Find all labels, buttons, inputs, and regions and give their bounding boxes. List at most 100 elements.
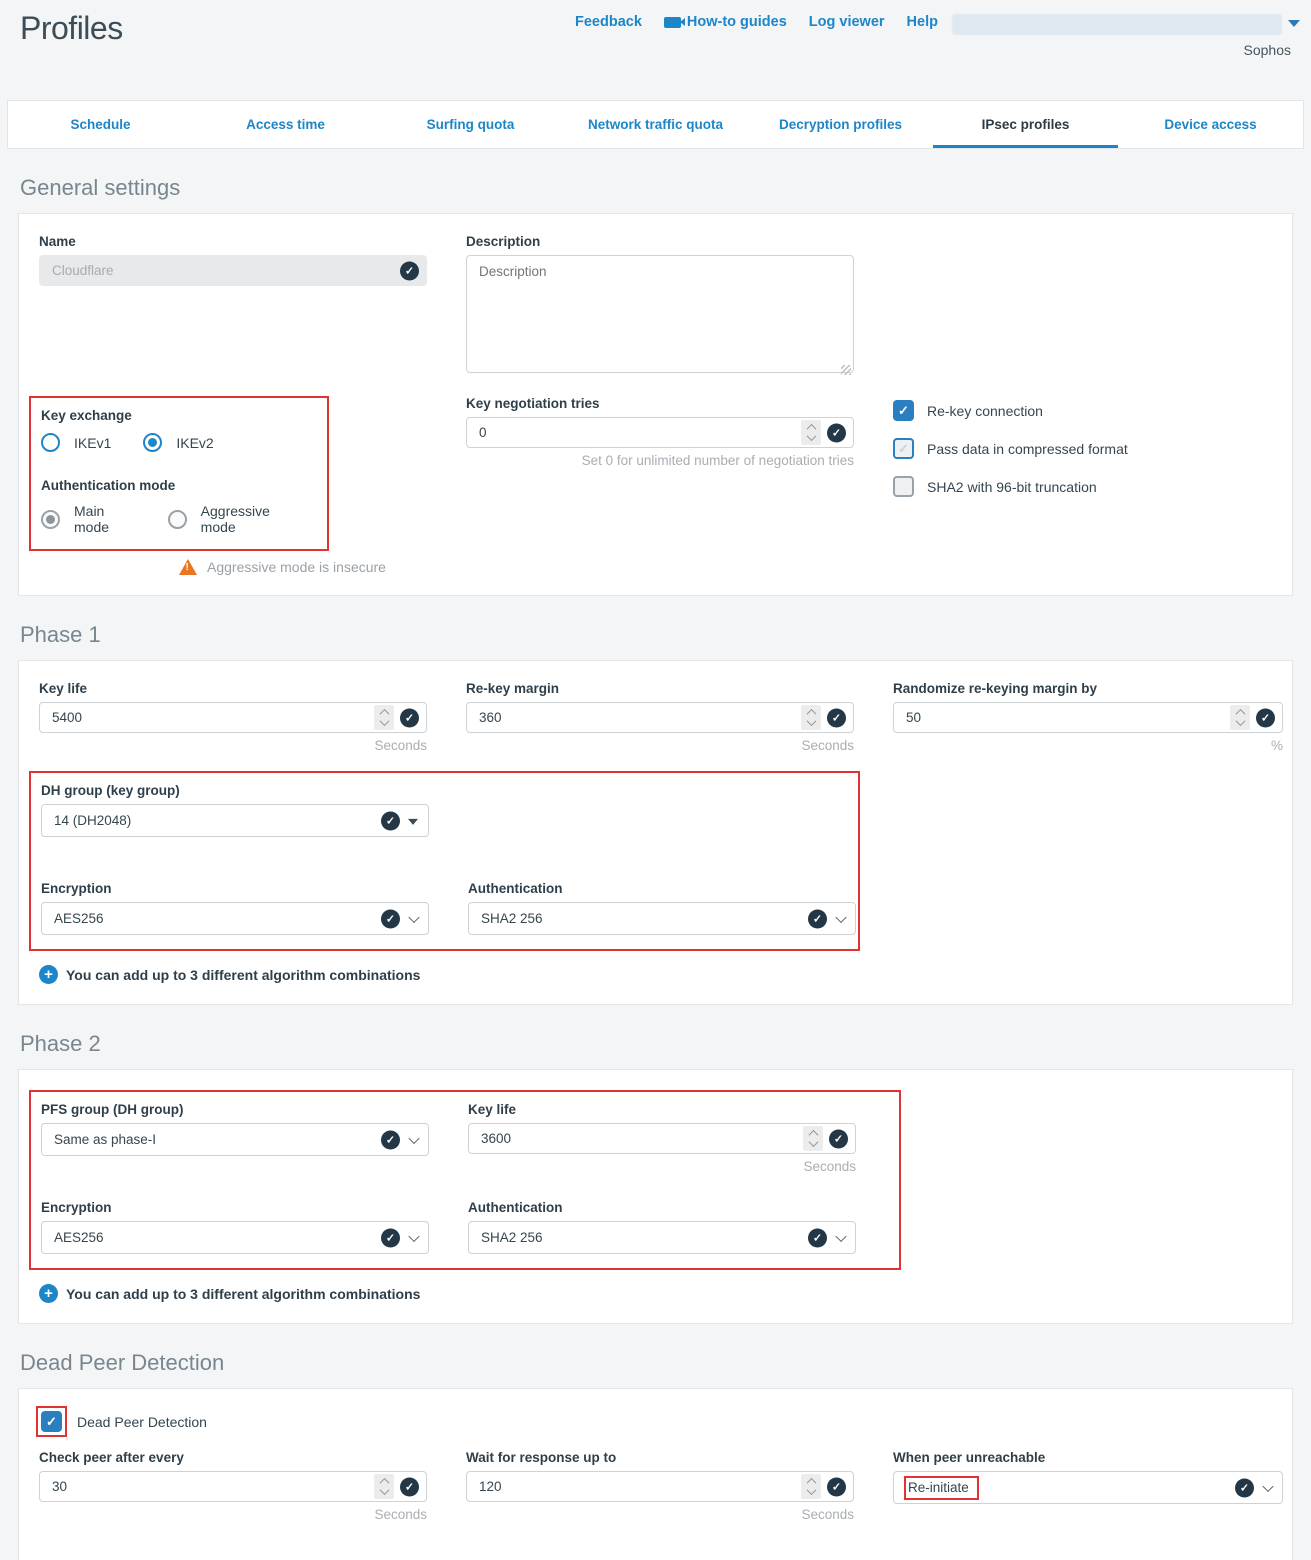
description-textarea[interactable] bbox=[466, 255, 854, 373]
page-header: Profiles Feedback How-to guides Log view… bbox=[0, 0, 1311, 100]
chevron-down-icon bbox=[408, 911, 419, 922]
log-viewer-link[interactable]: Log viewer bbox=[809, 14, 885, 30]
valid-check-icon: ✓ bbox=[381, 1228, 400, 1247]
number-stepper[interactable] bbox=[801, 1474, 821, 1499]
radio-aggressive-mode[interactable] bbox=[168, 510, 187, 529]
chevron-down-icon bbox=[835, 911, 846, 922]
check-peer-label: Check peer after every bbox=[39, 1450, 427, 1465]
sha2-truncation-checkbox[interactable] bbox=[893, 476, 914, 497]
rekey-margin-unit: Seconds bbox=[466, 738, 854, 753]
tab-schedule[interactable]: Schedule bbox=[8, 101, 193, 148]
description-label: Description bbox=[466, 234, 854, 249]
dpd-checkbox-highlight-box: ✓ bbox=[36, 1406, 67, 1437]
radio-main-mode[interactable] bbox=[41, 510, 60, 529]
number-stepper[interactable] bbox=[374, 705, 394, 730]
help-link[interactable]: Help bbox=[907, 14, 938, 30]
phase2-algorithms-highlight-box: PFS group (DH group) Same as phase-I ✓ K… bbox=[29, 1090, 901, 1270]
valid-check-icon: ✓ bbox=[827, 423, 846, 442]
dh-group-select[interactable]: 14 (DH2048) ✓ bbox=[41, 804, 429, 837]
valid-check-icon: ✓ bbox=[827, 708, 846, 727]
device-selector[interactable] bbox=[952, 14, 1282, 35]
phase1-card: Key life ✓ Seconds Re-key margin ✓ Secon… bbox=[18, 660, 1293, 1005]
check-peer-input[interactable] bbox=[39, 1471, 427, 1502]
phase2-encryption-select[interactable]: AES256 ✓ bbox=[41, 1221, 429, 1254]
valid-check-icon: ✓ bbox=[829, 1129, 848, 1148]
pfs-group-label: PFS group (DH group) bbox=[41, 1102, 429, 1117]
phase2-authentication-select[interactable]: SHA2 256 ✓ bbox=[468, 1221, 856, 1254]
rekey-margin-label: Re-key margin bbox=[466, 681, 854, 696]
rekey-margin-input[interactable] bbox=[466, 702, 854, 733]
add-combination-button[interactable]: + bbox=[39, 965, 58, 984]
radio-ikev1[interactable] bbox=[41, 433, 60, 452]
number-stepper[interactable] bbox=[374, 1474, 394, 1499]
tab-access-time[interactable]: Access time bbox=[193, 101, 378, 148]
tab-device-access[interactable]: Device access bbox=[1118, 101, 1303, 148]
valid-check-icon: ✓ bbox=[827, 1477, 846, 1496]
phase2-key-life-unit: Seconds bbox=[468, 1159, 856, 1174]
radio-main-mode-label: Main mode bbox=[74, 503, 136, 535]
valid-check-icon: ✓ bbox=[1235, 1478, 1254, 1497]
peer-unreachable-label: When peer unreachable bbox=[893, 1450, 1283, 1465]
general-settings-heading: General settings bbox=[20, 175, 1291, 201]
randomize-margin-unit: % bbox=[893, 738, 1283, 753]
chevron-down-icon[interactable] bbox=[1288, 20, 1300, 27]
howto-guides-link[interactable]: How-to guides bbox=[664, 14, 787, 30]
phase2-encryption-label: Encryption bbox=[41, 1200, 429, 1215]
dpd-checkbox[interactable]: ✓ bbox=[41, 1411, 62, 1432]
phase1-encryption-select[interactable]: AES256 ✓ bbox=[41, 902, 429, 935]
pass-compressed-checkbox[interactable]: ✓ bbox=[893, 438, 914, 459]
rekey-connection-checkbox-row[interactable]: ✓ Re-key connection bbox=[893, 400, 1283, 421]
valid-check-icon: ✓ bbox=[808, 909, 827, 928]
header-links: Feedback How-to guides Log viewer Help bbox=[575, 14, 938, 30]
rekey-connection-checkbox[interactable]: ✓ bbox=[893, 400, 914, 421]
wait-response-input[interactable] bbox=[466, 1471, 854, 1502]
resize-grip-icon[interactable] bbox=[841, 365, 851, 375]
reinitiate-highlight-box: Re-initiate bbox=[904, 1476, 979, 1500]
randomize-margin-input[interactable] bbox=[893, 702, 1283, 733]
phase1-authentication-select[interactable]: SHA2 256 ✓ bbox=[468, 902, 856, 935]
chevron-down-icon bbox=[408, 1132, 419, 1143]
tab-bar: Schedule Access time Surfing quota Netwo… bbox=[7, 100, 1304, 149]
number-stepper[interactable] bbox=[1230, 705, 1250, 730]
general-settings-card: Name ✓ Description Key exchange IKEv1 bbox=[18, 213, 1293, 596]
phase2-key-life-input[interactable] bbox=[468, 1123, 856, 1154]
number-stepper[interactable] bbox=[803, 1126, 823, 1151]
phase1-key-life-input[interactable] bbox=[39, 702, 427, 733]
key-negotiation-input[interactable] bbox=[466, 417, 854, 448]
phase2-key-life-label: Key life bbox=[468, 1102, 856, 1117]
phase1-add-note: You can add up to 3 different algorithm … bbox=[66, 967, 420, 983]
sha2-truncation-checkbox-row[interactable]: SHA2 with 96-bit truncation bbox=[893, 476, 1283, 497]
tab-surfing-quota[interactable]: Surfing quota bbox=[378, 101, 563, 148]
add-combination-button[interactable]: + bbox=[39, 1284, 58, 1303]
phase1-key-life-unit: Seconds bbox=[39, 738, 427, 753]
radio-ikev2[interactable] bbox=[143, 433, 162, 452]
key-negotiation-help: Set 0 for unlimited number of negotiatio… bbox=[466, 453, 854, 468]
key-exchange-label: Key exchange bbox=[41, 408, 315, 423]
valid-check-icon: ✓ bbox=[381, 909, 400, 928]
phase2-add-note: You can add up to 3 different algorithm … bbox=[66, 1286, 420, 1302]
auth-mode-label: Authentication mode bbox=[41, 478, 315, 493]
radio-ikev2-label: IKEv2 bbox=[176, 435, 213, 451]
number-stepper[interactable] bbox=[801, 420, 821, 445]
pfs-group-select[interactable]: Same as phase-I ✓ bbox=[41, 1123, 429, 1156]
tab-decryption-profiles[interactable]: Decryption profiles bbox=[748, 101, 933, 148]
brand-label: Sophos bbox=[1244, 42, 1291, 58]
chevron-down-icon bbox=[835, 1230, 846, 1241]
feedback-link[interactable]: Feedback bbox=[575, 14, 642, 30]
valid-check-icon: ✓ bbox=[381, 1130, 400, 1149]
chevron-down-icon bbox=[408, 1230, 419, 1241]
tab-ipsec-profiles[interactable]: IPsec profiles bbox=[933, 101, 1118, 148]
peer-unreachable-select[interactable]: Re-initiate ✓ bbox=[893, 1471, 1283, 1504]
number-stepper[interactable] bbox=[801, 705, 821, 730]
dpd-checkbox-label: Dead Peer Detection bbox=[77, 1414, 207, 1430]
phase1-encryption-label: Encryption bbox=[41, 881, 429, 896]
radio-aggressive-mode-label: Aggressive mode bbox=[201, 503, 297, 535]
valid-check-icon: ✓ bbox=[1256, 708, 1275, 727]
phase2-authentication-label: Authentication bbox=[468, 1200, 856, 1215]
name-input bbox=[39, 255, 427, 286]
check-peer-unit: Seconds bbox=[39, 1507, 427, 1522]
randomize-margin-label: Randomize re-keying margin by bbox=[893, 681, 1283, 696]
pass-compressed-checkbox-row[interactable]: ✓ Pass data in compressed format bbox=[893, 438, 1283, 459]
phase2-card: PFS group (DH group) Same as phase-I ✓ K… bbox=[18, 1069, 1293, 1324]
tab-network-traffic-quota[interactable]: Network traffic quota bbox=[563, 101, 748, 148]
